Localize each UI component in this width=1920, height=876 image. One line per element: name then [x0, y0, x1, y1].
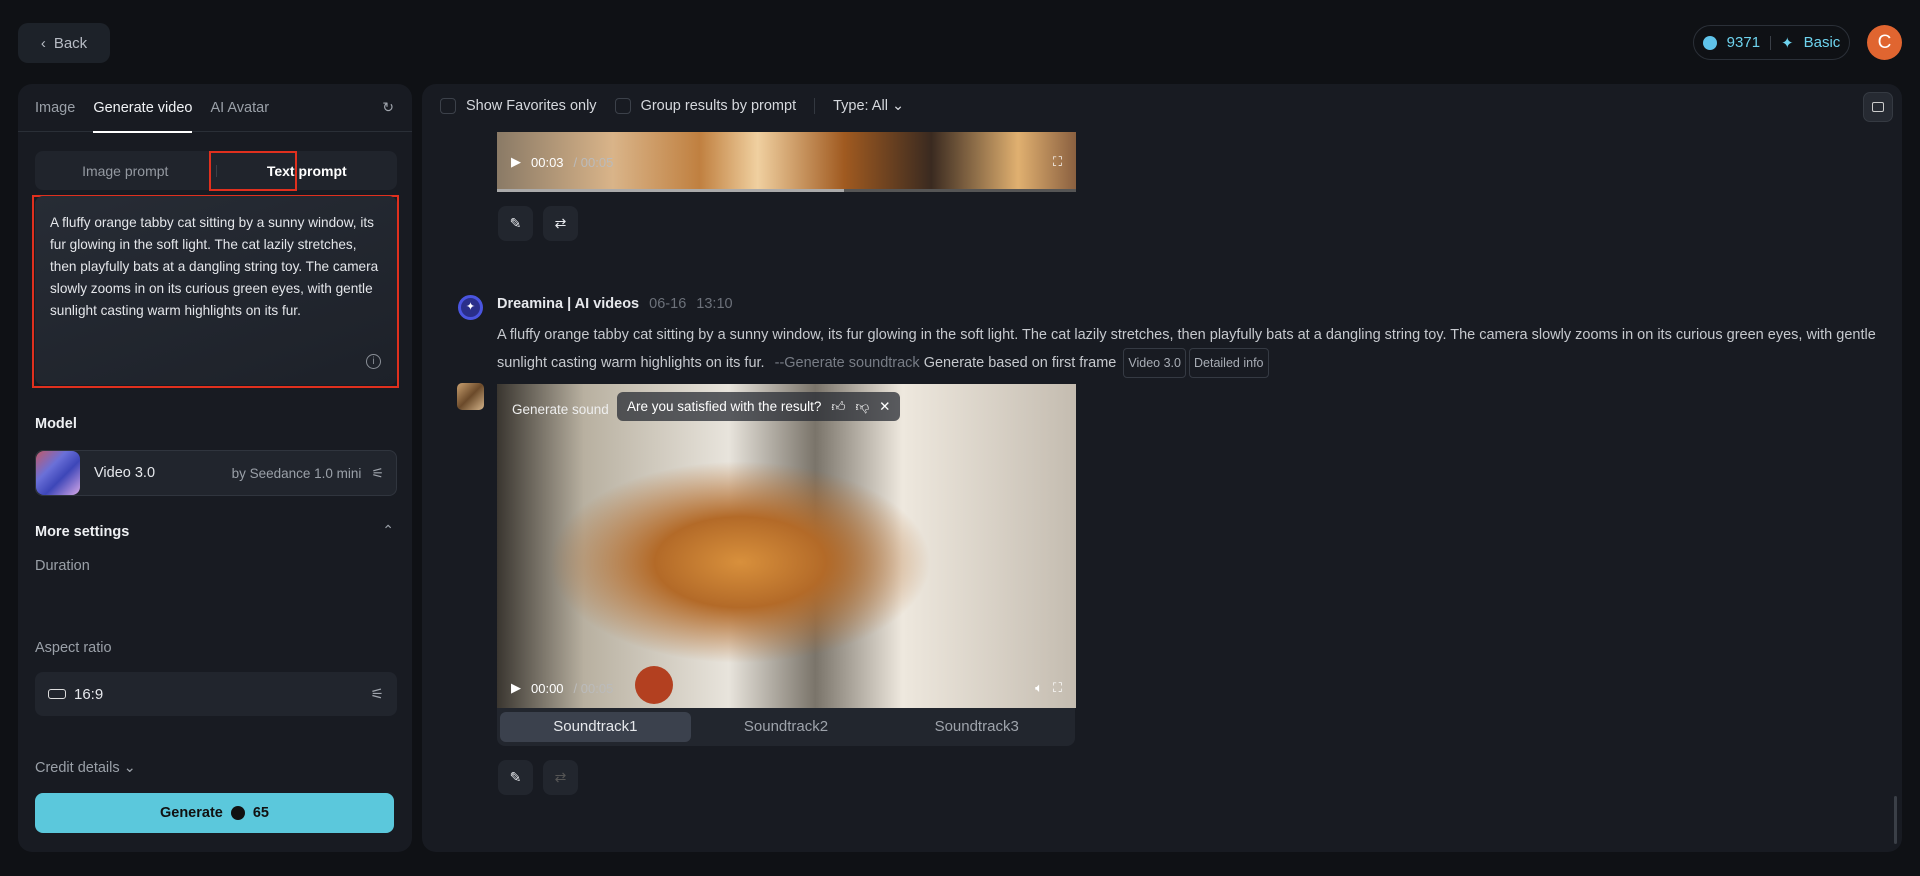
generate-button[interactable]: Generate 65 — [35, 793, 394, 833]
sparkle-icon: ✦ — [1781, 34, 1794, 52]
edit-button[interactable]: ✎ — [498, 760, 533, 795]
dreamina-avatar-icon: ✦ — [458, 295, 483, 320]
model-tag[interactable]: Video 3.0 — [1123, 348, 1186, 378]
model-thumbnail — [36, 451, 80, 495]
aspect-ratio-label: Aspect ratio — [35, 640, 112, 656]
results-toolbar: Show Favorites only Group results by pro… — [440, 98, 904, 114]
duration-label: Duration — [35, 558, 90, 574]
sliders-icon: ⚟ — [371, 464, 384, 481]
progress-bar[interactable] — [497, 189, 1076, 192]
soundtrack-tab-2[interactable]: Soundtrack2 — [691, 712, 882, 742]
credits-badge[interactable]: 9371 ✦ Basic — [1693, 25, 1850, 60]
pencil-icon: ✎ — [509, 769, 522, 785]
entry-prompt: A fluffy orange tabby cat sitting by a s… — [497, 322, 1877, 378]
favorites-checkbox[interactable] — [440, 98, 456, 114]
generation-panel: Image Generate video AI Avatar ↻ Image p… — [18, 84, 412, 852]
feedback-popup: Are you satisfied with the result? 👍︎ 👎︎ ✕ — [617, 392, 901, 421]
detailed-info-tag[interactable]: Detailed info — [1189, 348, 1269, 378]
pencil-icon: ✎ — [509, 215, 522, 231]
edit-button[interactable]: ✎ — [498, 206, 533, 241]
chevron-down-icon: ⌄ — [123, 760, 136, 776]
folder-icon — [1872, 102, 1884, 112]
volume-icon[interactable]: 🔈︎ — [1035, 680, 1043, 696]
sliders-icon: ⚟ — [370, 686, 384, 703]
repeat-icon: ⇄ — [554, 769, 567, 785]
play-icon[interactable]: ▶ — [511, 154, 521, 170]
tab-generate-video[interactable]: Generate video — [93, 84, 193, 133]
regenerate-button[interactable]: ⇄ — [543, 206, 578, 241]
soundtrack-tabs: Soundtrack1 Soundtrack2 Soundtrack3 — [497, 708, 1075, 746]
video-player-1[interactable]: ▶ 00:03/ 00:05 ⛶ — [497, 132, 1076, 192]
chevron-up-icon[interactable]: ⌃ — [382, 522, 394, 539]
scrollbar[interactable] — [1894, 796, 1897, 844]
play-icon[interactable]: ▶ — [511, 680, 521, 696]
image-prompt-option[interactable]: Image prompt — [35, 163, 216, 179]
model-label: Model — [35, 416, 77, 432]
chevron-left-icon: ‹ — [40, 34, 46, 52]
fullscreen-icon[interactable]: ⛶ — [1053, 154, 1062, 170]
credit-icon — [230, 806, 245, 820]
thumbs-down-icon[interactable]: 👎︎ — [855, 398, 869, 415]
reference-thumbnail — [457, 383, 484, 410]
credit-details-toggle[interactable]: Credit details ⌄ — [35, 760, 136, 776]
close-icon[interactable]: ✕ — [879, 399, 890, 415]
folder-button[interactable] — [1863, 92, 1893, 122]
video-player-2[interactable]: Generate sound Are you satisfied with th… — [497, 384, 1076, 708]
entry-header: Dreamina | AI videos 06-16 13:10 — [497, 296, 733, 312]
tab-image[interactable]: Image — [35, 100, 75, 116]
regenerate-button[interactable]: ⇄ — [543, 760, 578, 795]
soundtrack-tab-1[interactable]: Soundtrack1 — [500, 712, 691, 742]
repeat-icon: ⇄ — [554, 215, 567, 231]
thumbs-up-icon[interactable]: 👍︎ — [831, 398, 845, 415]
more-settings-label: More settings — [35, 524, 130, 540]
type-filter-dropdown[interactable]: Type: All ⌄ — [833, 98, 904, 114]
highlight-box — [209, 151, 297, 191]
reset-icon[interactable]: ↻ — [382, 99, 394, 116]
fullscreen-icon[interactable]: ⛶ — [1053, 680, 1062, 696]
model-selector[interactable]: Video 3.0 by Seedance 1.0 mini ⚟ — [35, 450, 397, 496]
tab-ai-avatar[interactable]: AI Avatar — [210, 100, 269, 116]
rectangle-icon — [48, 689, 66, 699]
soundtrack-tab-3[interactable]: Soundtrack3 — [881, 712, 1072, 742]
info-icon[interactable]: i — [366, 354, 381, 369]
back-button[interactable]: ‹ Back — [18, 23, 110, 63]
user-avatar[interactable]: C — [1867, 25, 1902, 60]
prompt-textarea[interactable]: A fluffy orange tabby cat sitting by a s… — [35, 196, 397, 385]
credit-icon — [1702, 35, 1717, 50]
aspect-ratio-selector[interactable]: 16:9 ⚟ — [35, 672, 397, 716]
mode-tabs: Image Generate video AI Avatar — [18, 84, 412, 133]
group-checkbox[interactable] — [614, 98, 631, 114]
